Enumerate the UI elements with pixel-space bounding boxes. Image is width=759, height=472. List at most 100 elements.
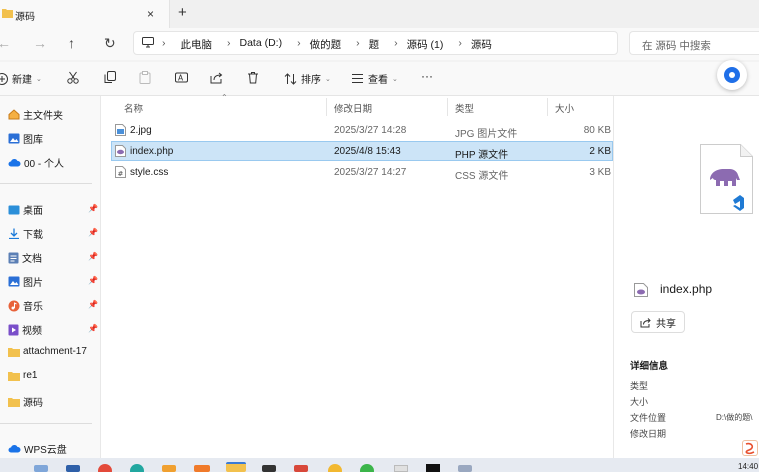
crumb-source[interactable]: 源码	[471, 37, 492, 52]
file-size: 80 KB	[583, 125, 611, 136]
sidebar-item-downloads[interactable]: 下载	[8, 226, 43, 241]
copy-button[interactable]	[104, 71, 116, 84]
detail-label-size: 大小	[630, 397, 649, 407]
share-button[interactable]	[210, 71, 223, 84]
paste-button[interactable]	[139, 71, 151, 84]
crumb-source-1[interactable]: 源码 (1)	[407, 37, 444, 52]
cloud-icon	[8, 444, 21, 453]
taskbar-app-icon[interactable]	[458, 465, 472, 472]
sort-ascending-icon: ⌃	[221, 93, 228, 102]
video-icon	[8, 324, 19, 336]
up-button[interactable]: ↑	[68, 35, 75, 51]
sidebar-item-home[interactable]: 主文件夹	[8, 107, 63, 122]
sidebar-item-desktop[interactable]: 桌面	[8, 202, 43, 217]
column-header-name[interactable]: 名称	[124, 101, 143, 115]
sidebar-item-gallery[interactable]: 图库	[8, 131, 43, 146]
tab-source[interactable]: 源码 ×	[0, 0, 170, 28]
rename-icon: A	[175, 71, 188, 84]
new-button[interactable]: 新建 ⌄	[0, 71, 42, 86]
chevron-down-icon: ⌄	[325, 75, 331, 83]
file-type: CSS 源文件	[455, 171, 509, 182]
refresh-button[interactable]: ↻	[104, 35, 116, 52]
taskbar-app-icon[interactable]	[394, 465, 408, 472]
delete-button[interactable]	[247, 71, 259, 84]
back-button[interactable]: ←	[0, 35, 11, 51]
taskbar: 14:40	[0, 458, 759, 472]
rename-button[interactable]: A	[175, 71, 188, 84]
share-icon	[640, 317, 651, 328]
new-tab-button[interactable]: +	[178, 4, 187, 21]
taskbar-app-icon[interactable]	[426, 464, 440, 472]
share-icon	[210, 71, 223, 84]
taskbar-app-icon[interactable]	[194, 465, 210, 472]
file-row-style-css[interactable]: # style.css 2025/3/27 14:27 CSS 源文件 3 KB	[111, 162, 613, 182]
css-file-icon: #	[115, 166, 126, 178]
copy-icon	[104, 71, 116, 84]
taskbar-clock[interactable]: 14:40	[738, 462, 758, 471]
taskbar-app-icon[interactable]	[66, 465, 80, 472]
navigation-pane: 主文件夹 图库 00 - 个人 桌面 📌 下载 📌 文档 📌 图片 📌 音乐 📌…	[0, 96, 101, 458]
crumb-done-questions[interactable]: 做的题	[310, 37, 342, 52]
file-row-index-php[interactable]: index.php 2025/4/8 15:43 PHP 源文件 2 KB	[111, 141, 613, 161]
divider	[0, 183, 92, 184]
cut-button[interactable]	[67, 71, 79, 84]
forward-button[interactable]: →	[33, 35, 47, 51]
share-button[interactable]: 共享	[631, 311, 685, 333]
close-tab-icon[interactable]: ×	[147, 7, 154, 21]
more-button[interactable]: ···	[421, 69, 433, 83]
sidebar-item-re1[interactable]: re1	[8, 370, 37, 381]
column-divider[interactable]	[447, 98, 448, 116]
wps-floating-icon[interactable]	[742, 440, 758, 456]
column-header-date[interactable]: 修改日期	[334, 101, 372, 115]
column-divider[interactable]	[547, 98, 548, 116]
sidebar-item-label: WPS云盘	[24, 445, 67, 456]
taskbar-app-icon[interactable]	[162, 465, 176, 472]
sidebar-item-music[interactable]: 音乐	[8, 298, 43, 313]
taskbar-app-icon[interactable]	[262, 465, 276, 472]
sidebar-item-pictures[interactable]: 图片	[8, 274, 43, 289]
taskbar-app-icon[interactable]	[34, 465, 48, 472]
crumb-separator: ›	[227, 37, 231, 49]
sidebar-item-label: attachment-17	[23, 346, 87, 357]
sort-button[interactable]: 排序 ⌄	[284, 71, 331, 86]
crumb-this-pc[interactable]: 此电脑	[181, 37, 213, 52]
column-divider[interactable]	[326, 98, 327, 116]
taskbar-app-icon[interactable]	[294, 465, 308, 472]
search-input[interactable]: 在 源码 中搜索	[642, 38, 711, 53]
column-header-size[interactable]: 大小	[555, 101, 574, 115]
sidebar-item-videos[interactable]: 视频	[8, 322, 42, 337]
column-header-type[interactable]: 类型	[455, 101, 474, 115]
sidebar-item-source[interactable]: 源码	[8, 394, 43, 409]
detail-value-location: D:\做的题\	[716, 413, 753, 422]
file-type: PHP 源文件	[455, 150, 509, 161]
sidebar-item-label: 源码	[23, 398, 43, 409]
sidebar-item-personal[interactable]: 00 - 个人	[8, 155, 64, 170]
taskbar-app-icon[interactable]	[130, 464, 144, 472]
taskbar-file-explorer-icon[interactable]	[226, 462, 246, 472]
svg-text:A: A	[178, 74, 184, 83]
download-icon	[8, 228, 20, 239]
file-list: ⌃ 名称 修改日期 类型 大小 2.jpg 2025/3/27 14:28 JP…	[101, 93, 613, 458]
divider	[0, 423, 92, 424]
address-bar[interactable]: › 此电脑 › Data (D:) › 做的题 › 题 › 源码 (1) › 源…	[133, 31, 618, 55]
taskbar-app-icon[interactable]	[360, 464, 374, 472]
assistant-icon	[724, 67, 740, 83]
crumb-questions[interactable]: 题	[369, 37, 380, 52]
detail-label-type: 类型	[630, 381, 649, 391]
clipboard-icon	[139, 71, 151, 84]
sidebar-item-attachment-17[interactable]: attachment-17	[8, 346, 87, 357]
search-box[interactable]: 在 源码 中搜索	[629, 31, 759, 55]
taskbar-app-icon[interactable]	[328, 464, 342, 472]
sidebar-item-label: 主文件夹	[23, 111, 63, 122]
crumb-data-drive[interactable]: Data (D:)	[240, 37, 283, 52]
taskbar-app-icon[interactable]	[98, 464, 112, 472]
file-row-2-jpg[interactable]: 2.jpg 2025/3/27 14:28 JPG 图片文件 80 KB	[111, 120, 613, 140]
pin-icon: 📌	[88, 204, 98, 213]
svg-text:#: #	[118, 170, 124, 178]
sidebar-item-label: 00 - 个人	[24, 159, 65, 170]
sidebar-item-wps-cloud[interactable]: WPS云盘	[8, 441, 67, 456]
view-button[interactable]: 查看 ⌄	[351, 71, 398, 86]
assistant-floating-button[interactable]	[717, 60, 747, 90]
sidebar-item-label: re1	[23, 370, 38, 381]
sidebar-item-documents[interactable]: 文档	[8, 250, 42, 265]
